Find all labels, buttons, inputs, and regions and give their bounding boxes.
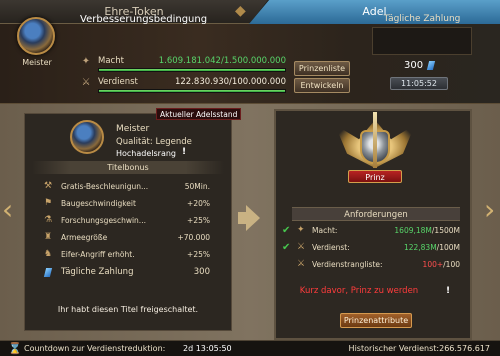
ranking-icon: ⚔ bbox=[297, 259, 306, 269]
requirement-label: Verdienst: bbox=[312, 243, 350, 252]
daily-payment-label: Tägliche Zahlung bbox=[61, 267, 134, 277]
hammer-icon: ⚒ bbox=[43, 181, 53, 191]
power-label: Macht bbox=[98, 56, 124, 66]
bottom-bar: ⌛ Countdown zur Verdienstreduktion: 2d 1… bbox=[0, 340, 500, 356]
daily-payment-amount: 300 bbox=[193, 267, 210, 277]
daily-payment-value: 300 bbox=[404, 60, 424, 71]
bonus-value: +70.000 bbox=[177, 233, 210, 242]
flask-icon: ⚗ bbox=[43, 215, 53, 225]
requirement-row: ✔ ⚔ Verdienst: 122,83M/100M bbox=[282, 241, 468, 254]
develop-button[interactable]: Entwickeln bbox=[294, 78, 350, 93]
prev-arrow-icon[interactable]: ‹ bbox=[2, 196, 13, 224]
bonus-row: ⚑ Baugeschwindigkeit +20% bbox=[42, 197, 218, 210]
next-rank-arrow-icon bbox=[246, 205, 260, 231]
current-rank-tag: Aktueller Adelsstand bbox=[156, 108, 242, 120]
requirement-target: /1500M bbox=[431, 226, 460, 235]
bonus-row: ⚗ Forschungsgeschwin... +25% bbox=[42, 214, 218, 227]
merit-icon: ⚔ bbox=[81, 77, 91, 88]
merit-progress-fill bbox=[99, 90, 285, 92]
requirement-label: Macht: bbox=[312, 226, 338, 235]
daily-payment-title: Tägliche Zahlung bbox=[383, 14, 461, 24]
bonus-label: Eifer-Angriff erhöht. bbox=[61, 250, 135, 259]
info-icon[interactable]: ! bbox=[182, 147, 186, 157]
requirement-row: ✔ ✦ Macht: 1609,18M/1500M bbox=[282, 224, 468, 237]
bonus-label: Baugeschwindigkeit bbox=[61, 199, 136, 208]
bonus-label: Forschungsgeschwin... bbox=[61, 216, 146, 225]
bonus-label: Gratis-Beschleunigun... bbox=[61, 182, 149, 191]
requirement-current: 100+ bbox=[422, 260, 444, 269]
bonus-value: +25% bbox=[187, 216, 210, 225]
checkmark-icon: ✔ bbox=[282, 225, 291, 236]
hourglass-icon: ⌛ bbox=[8, 342, 22, 355]
title-bonus-header: Titelbonus bbox=[32, 161, 224, 174]
requirement-label: Verdienstrangliste: bbox=[312, 260, 383, 269]
rank-badge-icon bbox=[17, 17, 55, 55]
requirement-value: 122,83M/100M bbox=[404, 241, 460, 254]
power-progress-fill bbox=[99, 69, 285, 71]
daily-payment-row: Tägliche Zahlung 300 bbox=[42, 266, 218, 279]
merit-value: 122.830.930/100.000.000 bbox=[174, 77, 286, 87]
rank-tier: Hochadelsrang bbox=[116, 149, 177, 158]
checkmark-icon: ✔ bbox=[282, 242, 291, 253]
requirement-target: /100 bbox=[443, 260, 460, 269]
requirement-value: 1609,18M/1500M bbox=[394, 224, 460, 237]
payment-timer: 11:05:52 bbox=[390, 77, 448, 90]
boot-icon: ⚑ bbox=[43, 198, 53, 208]
countdown-label: Countdown zur Verdienstreduktion: bbox=[24, 344, 166, 353]
power-icon: ✦ bbox=[81, 56, 91, 67]
merit-label: Verdienst bbox=[98, 77, 138, 87]
merit-icon: ⚔ bbox=[297, 242, 306, 252]
requirements-header: Anforderungen bbox=[292, 207, 460, 221]
bonus-label: Armeegröße bbox=[61, 233, 108, 242]
requirement-current: 122,83M bbox=[403, 243, 437, 252]
power-value: 1.609.181.042/1.500.000.000 bbox=[158, 56, 286, 66]
rank-quality: Qualität: Legende bbox=[116, 137, 192, 147]
power-progress-bar bbox=[98, 68, 286, 72]
requirement-row: ⚔ Verdienstrangliste: 100+/100 bbox=[282, 258, 468, 271]
daily-payment-box bbox=[372, 27, 472, 55]
next-rank-name: Prinz bbox=[348, 170, 402, 183]
prince-list-button[interactable]: Prinzenliste bbox=[294, 61, 350, 76]
countdown-timer: 2d 13:05:50 bbox=[183, 344, 232, 353]
bonus-value: 50Min. bbox=[184, 182, 210, 191]
tab-ornament-icon: ◆ bbox=[235, 3, 246, 19]
historic-merit: Historischer Verdienst:266.576.617 bbox=[348, 344, 490, 353]
requirement-current: 1609,18M bbox=[394, 226, 432, 235]
requirement-value: 100+/100 bbox=[423, 258, 460, 271]
requirement-target: /100M bbox=[436, 243, 460, 252]
bonus-row: ⚒ Gratis-Beschleunigun... 50Min. bbox=[42, 180, 218, 193]
power-icon: ✦ bbox=[297, 225, 305, 235]
horse-icon: ♞ bbox=[43, 249, 53, 259]
almost-prince-message: Kurz davor, Prinz zu werden bbox=[299, 286, 419, 296]
bonus-value: +20% bbox=[187, 199, 210, 208]
info-icon[interactable]: ! bbox=[446, 286, 450, 296]
prince-attributes-button[interactable]: Prinzenattribute bbox=[340, 313, 412, 328]
sword-icon bbox=[373, 112, 377, 168]
merit-progress-bar bbox=[98, 89, 286, 93]
rank-name: Meister bbox=[116, 124, 150, 134]
gem-icon bbox=[43, 268, 53, 277]
rank-label: Meister bbox=[22, 58, 52, 67]
master-badge-icon bbox=[70, 120, 104, 154]
unlocked-message: Ihr habt diesen Titel freigeschaltet. bbox=[57, 305, 199, 314]
bonus-row: ♞ Eifer-Angriff erhöht. +25% bbox=[42, 248, 218, 261]
condition-title: Verbesserungsbedingung bbox=[80, 14, 208, 25]
bonus-row: ♜ Armeegröße +70.000 bbox=[42, 231, 218, 244]
soldier-icon: ♜ bbox=[43, 232, 53, 242]
bonus-value: +25% bbox=[187, 250, 210, 259]
next-arrow-icon[interactable]: › bbox=[484, 196, 495, 224]
